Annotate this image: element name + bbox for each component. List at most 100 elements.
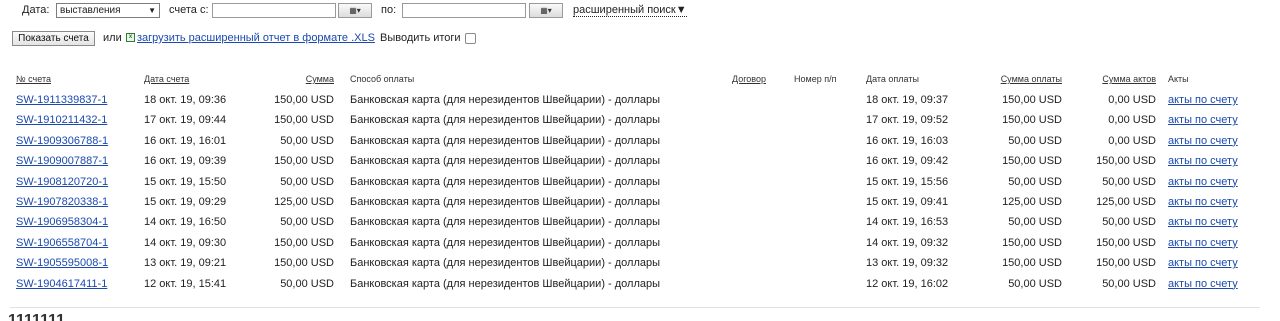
- table-row: SW-1908120720-1 15 окт. 19, 15:50 50,00 US…: [10, 172, 1260, 192]
- sort-by-contract[interactable]: Договор: [732, 74, 766, 84]
- date-from-input[interactable]: [212, 3, 336, 18]
- advanced-search-label[interactable]: расширенный поиск▼: [573, 4, 687, 17]
- payment-date: 16 окт. 19, 09:42: [866, 155, 949, 168]
- invoice-acts-link[interactable]: акты по счету: [1168, 212, 1238, 232]
- invoice-date: 14 окт. 19, 16:50: [144, 216, 227, 229]
- payment-date: 15 окт. 19, 15:56: [866, 175, 949, 188]
- table-row: SW-1911339837-1 18 окт. 19, 09:36 150,00 U…: [10, 90, 1260, 110]
- invoice-sum: 50,00 USD: [280, 277, 334, 290]
- invoice-date: 12 окт. 19, 15:41: [144, 277, 227, 290]
- acts-sum: 125,00 USD: [1096, 195, 1156, 208]
- show-invoices-button[interactable]: Показать счета: [12, 31, 95, 46]
- payment-method: Банковская карта (для нерезидентов Швейц…: [350, 155, 661, 168]
- table-body: SW-1911339837-1 18 окт. 19, 09:36 150,00 U…: [10, 90, 1260, 294]
- invoice-acts-link[interactable]: акты по счету: [1168, 233, 1238, 253]
- acts-sum: 0,00 USD: [1108, 114, 1156, 127]
- header-payment-date: Дата оплаты: [866, 74, 919, 84]
- download-xls-link[interactable]: загрузить расширенный отчет в формате .X…: [137, 31, 375, 46]
- invoice-sum: 125,00 USD: [274, 195, 334, 208]
- acts-sum: 50,00 USD: [1102, 277, 1156, 290]
- advanced-search-toggle[interactable]: расширенный поиск▼: [573, 2, 687, 20]
- payment-method: Банковская карта (для нерезидентов Швейц…: [350, 195, 661, 208]
- invoice-number-link[interactable]: SW-1905595008-1: [16, 253, 108, 273]
- sort-by-sum[interactable]: Сумма: [250, 74, 334, 84]
- table-row: SW-1906958304-1 14 окт. 19, 16:50 50,00 US…: [10, 212, 1260, 232]
- payment-sum: 150,00 USD: [1002, 236, 1062, 249]
- invoice-sum: 50,00 USD: [280, 175, 334, 188]
- date-type-value: выставления: [60, 5, 121, 16]
- filter-bar: Дата: выставления ▼ счета с: ▦▾ по: ▦▾ р…: [0, 2, 760, 20]
- payment-sum: 125,00 USD: [1002, 195, 1062, 208]
- payment-sum: 50,00 USD: [1008, 175, 1062, 188]
- payment-method: Банковская карта (для нерезидентов Швейц…: [350, 216, 661, 229]
- invoice-number-link[interactable]: SW-1909007887-1: [16, 151, 108, 171]
- payment-method: Банковская карта (для нерезидентов Швейц…: [350, 94, 661, 106]
- table-row: SW-1905595008-1 13 окт. 19, 09:21 150,00 U…: [10, 253, 1260, 273]
- invoice-date: 13 окт. 19, 09:21: [144, 257, 227, 270]
- calendar-icon: ▦▾: [349, 6, 361, 15]
- invoice-acts-link[interactable]: акты по счету: [1168, 110, 1238, 130]
- calendar-from-button[interactable]: ▦▾: [338, 3, 372, 18]
- invoice-number-link[interactable]: SW-1904617411-1: [16, 274, 107, 294]
- acts-sum: 50,00 USD: [1102, 175, 1156, 188]
- table-row: SW-1909007887-1 16 окт. 19, 09:39 150,00 U…: [10, 151, 1260, 171]
- invoice-sum: 50,00 USD: [280, 134, 334, 147]
- acts-sum: 50,00 USD: [1102, 216, 1156, 229]
- invoice-date: 15 окт. 19, 09:29: [144, 195, 227, 208]
- invoice-sum: 150,00 USD: [274, 155, 334, 168]
- payment-method: Банковская карта (для нерезидентов Швейц…: [350, 114, 661, 127]
- header-payment-order: Номер п/п: [794, 74, 837, 84]
- invoice-number-link[interactable]: SW-1910211432-1: [16, 110, 107, 130]
- payment-date: 17 окт. 19, 09:52: [866, 114, 949, 127]
- invoice-sum: 150,00 USD: [274, 236, 334, 249]
- invoice-acts-link[interactable]: акты по счету: [1168, 151, 1238, 171]
- invoice-number-link[interactable]: SW-1909306788-1: [16, 131, 108, 151]
- acts-sum: 150,00 USD: [1096, 257, 1156, 270]
- payment-sum: 150,00 USD: [1002, 257, 1062, 270]
- invoice-number-link[interactable]: SW-1906958304-1: [16, 212, 108, 232]
- invoice-date: 15 окт. 19, 15:50: [144, 175, 227, 188]
- sort-by-number[interactable]: № счета: [16, 74, 51, 84]
- invoice-date: 14 окт. 19, 09:30: [144, 236, 227, 249]
- invoice-acts-link[interactable]: акты по счету: [1168, 192, 1238, 212]
- sort-by-date[interactable]: Дата счета: [144, 74, 189, 84]
- date-to-input[interactable]: [402, 3, 526, 18]
- invoice-sum: 150,00 USD: [274, 94, 334, 106]
- invoice-date: 16 окт. 19, 16:01: [144, 134, 227, 147]
- invoice-acts-link[interactable]: акты по счету: [1168, 90, 1238, 110]
- payment-method: Банковская карта (для нерезидентов Швейц…: [350, 236, 661, 249]
- payment-sum: 50,00 USD: [1008, 216, 1062, 229]
- payment-sum: 50,00 USD: [1008, 134, 1062, 147]
- payment-sum: 150,00 USD: [1002, 94, 1062, 106]
- payment-method: Банковская карта (для нерезидентов Швейц…: [350, 134, 661, 147]
- date-type-select[interactable]: выставления ▼: [56, 3, 160, 18]
- chevron-down-icon: ▼: [148, 6, 156, 15]
- invoice-number-link[interactable]: SW-1908120720-1: [16, 172, 108, 192]
- acts-sum: 150,00 USD: [1096, 155, 1156, 168]
- to-label: по:: [381, 4, 397, 16]
- table-row: SW-1907820338-1 15 окт. 19, 09:29 125,00 U…: [10, 192, 1260, 212]
- excel-icon[interactable]: x: [126, 33, 135, 42]
- sort-by-acts-sum[interactable]: Сумма актов: [1080, 74, 1156, 84]
- table-row: SW-1906558704-1 14 окт. 19, 09:30 150,00 U…: [10, 233, 1260, 253]
- invoice-acts-link[interactable]: акты по счету: [1168, 131, 1238, 151]
- sort-by-payment-sum[interactable]: Сумма оплаты: [976, 74, 1062, 84]
- invoice-number-link[interactable]: SW-1907820338-1: [16, 192, 108, 212]
- show-totals-checkbox[interactable]: [465, 33, 476, 44]
- payment-date: 12 окт. 19, 16:02: [866, 277, 949, 290]
- acts-sum: 150,00 USD: [1096, 236, 1156, 249]
- or-label: или: [103, 32, 122, 44]
- table-header: № счета Дата счета Сумма Способ оплаты Д…: [10, 68, 1260, 90]
- calendar-to-button[interactable]: ▦▾: [529, 3, 563, 18]
- invoice-number-link[interactable]: SW-1906558704-1: [16, 233, 108, 253]
- payment-sum: 150,00 USD: [1002, 114, 1062, 127]
- table-row: SW-1904617411-1 12 окт. 19, 15:41 50,00 US…: [10, 274, 1260, 294]
- invoices-table: № счета Дата счета Сумма Способ оплаты Д…: [10, 68, 1260, 294]
- date-label: Дата:: [22, 4, 50, 16]
- invoice-acts-link[interactable]: акты по счету: [1168, 172, 1238, 192]
- invoice-number-link[interactable]: SW-1911339837-1: [16, 90, 107, 110]
- payment-sum: 150,00 USD: [1002, 155, 1062, 168]
- invoice-acts-link[interactable]: акты по счету: [1168, 253, 1238, 273]
- invoice-acts-link[interactable]: акты по счету: [1168, 274, 1238, 294]
- invoice-date: 17 окт. 19, 09:44: [144, 114, 227, 127]
